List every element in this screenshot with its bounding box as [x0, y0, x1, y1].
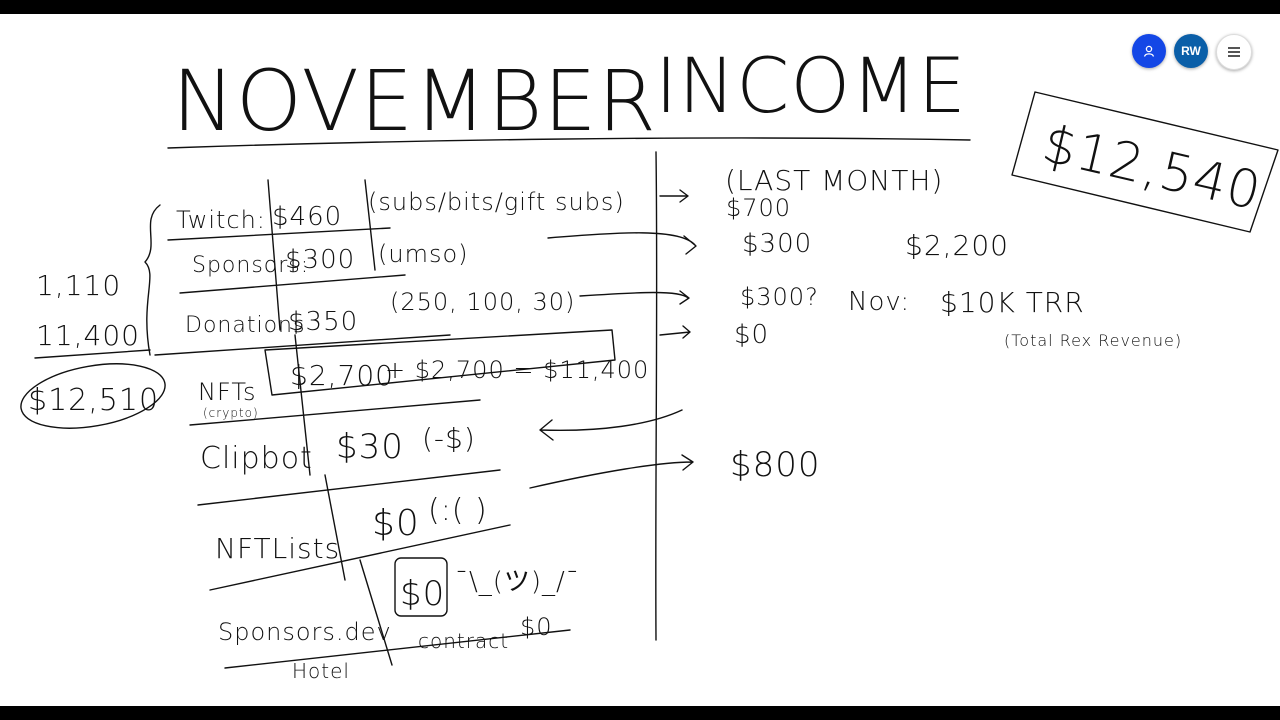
arrow-twitch	[659, 189, 689, 203]
arrow-clipbot-back	[539, 409, 683, 441]
last-month-twitch: $700	[726, 194, 791, 222]
arrow-clipbot	[529, 454, 694, 489]
row-twitch-amount: $460	[272, 202, 342, 232]
row-clipbot-label: Clipbot	[200, 441, 313, 476]
row-line	[154, 334, 451, 356]
col-line	[359, 559, 393, 666]
user-button[interactable]	[1132, 34, 1166, 68]
arrow-nfts	[659, 325, 691, 339]
row-nfts-label: NFTs	[198, 378, 257, 406]
row-sponsors-amount: $300	[285, 245, 355, 275]
row-nftlists-label: NFTLists	[215, 532, 340, 565]
board-title-income: INCOME	[655, 41, 967, 130]
arrow-sponsors	[547, 232, 697, 255]
row-sponsorsdev-label: Sponsors.dev	[218, 618, 392, 646]
row-twitch-label: Twitch:	[176, 206, 266, 234]
row-clipbot-amount: $30	[336, 427, 404, 467]
avatar-button[interactable]: RW	[1174, 34, 1208, 68]
nov-trr-value: $10K TRR	[940, 286, 1085, 319]
whiteboard-canvas[interactable]: NOVEMBER INCOME $12,540 1,110 11,400 $12…	[0, 14, 1280, 706]
row-sponsors-note: (umso)	[378, 240, 469, 268]
bottom-letterbox	[0, 706, 1280, 720]
side-sum-line2: 11,400	[36, 319, 140, 352]
row-sponsorsdev-amount: $0	[400, 574, 445, 614]
row-sponsorsdev-note: ¯\_(ツ)_/¯	[455, 567, 580, 597]
row-contract-amount: $0	[520, 613, 553, 641]
top-letterbox	[0, 0, 1280, 14]
row-nftlists-note: (:( )	[428, 493, 488, 528]
trr-note: (Total Rex Revenue)	[1004, 331, 1182, 350]
total-amount: $12,540	[1037, 114, 1267, 222]
row-donations-amount: $350	[288, 307, 358, 337]
grouping-brace	[144, 204, 161, 356]
person-icon	[1143, 45, 1155, 57]
side-sum-line1: 1,110	[36, 269, 121, 302]
menu-button[interactable]	[1216, 34, 1252, 70]
row-donations-note: (250, 100, 30)	[390, 288, 575, 316]
row-contract-label: contract	[418, 629, 509, 653]
row-nfts-calc: + $2,700 = $11,400	[385, 356, 649, 384]
nov-label: Nov:	[848, 287, 910, 317]
whiteboard-toolbar: RW	[1132, 34, 1252, 70]
row-hotel-label: Hotel	[292, 659, 350, 683]
row-twitch-note: (subs/bits/gift subs)	[368, 188, 625, 216]
hamburger-menu-icon	[1228, 45, 1240, 60]
last-month-extra: $2,200	[905, 229, 1009, 262]
last-month-clipbot: $800	[730, 445, 821, 485]
last-month-sponsors: $300	[742, 229, 812, 259]
last-month-donations: $300?	[740, 283, 819, 311]
last-month-heading: (LAST MONTH)	[725, 164, 943, 197]
row-nftlists-amount: $0	[372, 503, 420, 544]
row-clipbot-note: (-$)	[422, 422, 476, 455]
row-nfts-sub: (crypto)	[203, 406, 259, 420]
row-nfts-amount: $2,700	[290, 359, 394, 392]
side-sum-total: $12,510	[28, 383, 159, 418]
board-title-november: NOVEMBER	[172, 52, 657, 150]
column-divider	[655, 151, 658, 641]
arrow-donations	[579, 290, 690, 305]
last-month-nfts: $0	[734, 320, 769, 350]
whiteboard-drawing: NOVEMBER INCOME $12,540 1,110 11,400 $12…	[20, 41, 1279, 683]
